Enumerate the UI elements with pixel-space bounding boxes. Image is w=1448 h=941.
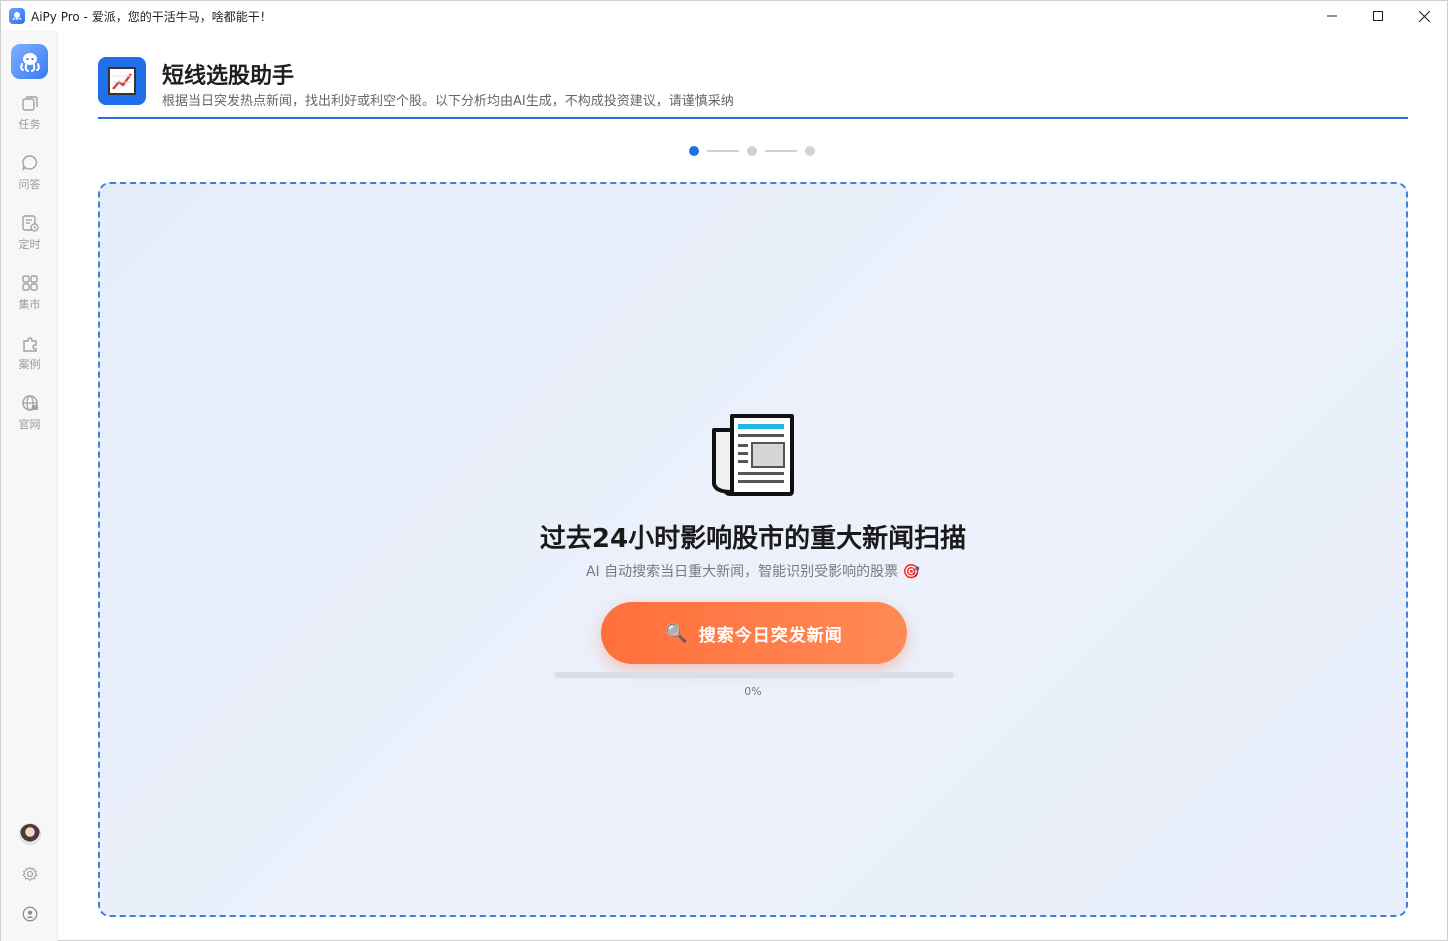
- app-window: AiPy Pro - 爱派，您的干活牛马，啥都能干！ 任务 问答 定时 集市 案…: [0, 0, 1448, 941]
- search-news-button[interactable]: 🔍 搜索今日突发新闻: [601, 602, 907, 664]
- progress-bar: [554, 672, 954, 678]
- step-indicator: [689, 144, 815, 158]
- schedule-icon: [21, 215, 39, 232]
- scan-title: 过去24小时影响股市的重大新闻扫描: [539, 524, 967, 554]
- sidebar-item-schedule[interactable]: 定时: [1, 213, 58, 263]
- window-controls: [1309, 1, 1447, 31]
- sidebar-item-qa[interactable]: 问答: [1, 153, 58, 203]
- news-scan-panel: 过去24小时影响股市的重大新闻扫描 AI 自动搜索当日重大新闻，智能识别受影响的…: [98, 182, 1408, 917]
- sidebar-item-market[interactable]: 集市: [1, 273, 58, 323]
- avatar-button[interactable]: [1, 823, 58, 845]
- globe-icon: [21, 395, 38, 411]
- sidebar-item-cases[interactable]: 案例: [1, 333, 58, 383]
- sidebar-item-website[interactable]: 官网: [1, 393, 58, 443]
- sidebar-item-label: 案例: [18, 358, 41, 371]
- title-bar: AiPy Pro - 爱派，您的干活牛马，啥都能干！: [1, 1, 1447, 31]
- newspaper-icon: [712, 414, 794, 496]
- scan-description: AI 自动搜索当日重大新闻，智能识别受影响的股票 🎯: [585, 564, 921, 580]
- sidebar-item-label: 定时: [18, 238, 41, 251]
- sidebar-item-tasks[interactable]: 任务: [1, 93, 58, 143]
- step-dot-1: [689, 146, 699, 156]
- avatar-icon: [18, 823, 41, 845]
- page-subtitle: 根据当日突发热点新闻，找出利好或利空个股。以下分析均由AI生成，不构成投资建议，…: [162, 94, 734, 109]
- progress-text: 0%: [744, 685, 762, 698]
- gear-icon: [21, 866, 38, 882]
- layers-icon: [21, 96, 38, 111]
- settings-button[interactable]: [1, 865, 58, 883]
- step-dot-2: [747, 146, 757, 156]
- sidebar-item-label: 任务: [18, 118, 41, 131]
- app-logo-icon: [9, 8, 25, 24]
- step-connector: [765, 150, 797, 152]
- header-divider: [98, 117, 1408, 119]
- account-button[interactable]: [1, 905, 58, 923]
- search-news-button-label: 搜索今日突发新闻: [698, 625, 843, 646]
- chat-icon: [21, 155, 37, 171]
- puzzle-icon: [22, 337, 37, 352]
- sidebar-item-label: 官网: [18, 418, 41, 431]
- octopus-logo-icon[interactable]: [11, 44, 48, 79]
- minimize-button[interactable]: [1309, 1, 1355, 31]
- close-button[interactable]: [1401, 1, 1447, 31]
- window-title: AiPy Pro - 爱派，您的干活牛马，啥都能干！: [31, 9, 272, 24]
- sidebar-item-label: 问答: [18, 178, 41, 191]
- search-icon: 🔍: [665, 622, 689, 644]
- user-circle-icon: [22, 906, 37, 922]
- sidebar-item-label: 集市: [18, 298, 41, 311]
- grid-icon: [21, 275, 38, 291]
- page-title: 短线选股助手: [162, 64, 295, 89]
- maximize-button[interactable]: [1355, 1, 1401, 31]
- step-connector: [707, 150, 739, 152]
- step-dot-3: [805, 146, 815, 156]
- chart-up-icon: [98, 57, 146, 105]
- sidebar: 任务 问答 定时 集市 案例 官网: [1, 31, 58, 941]
